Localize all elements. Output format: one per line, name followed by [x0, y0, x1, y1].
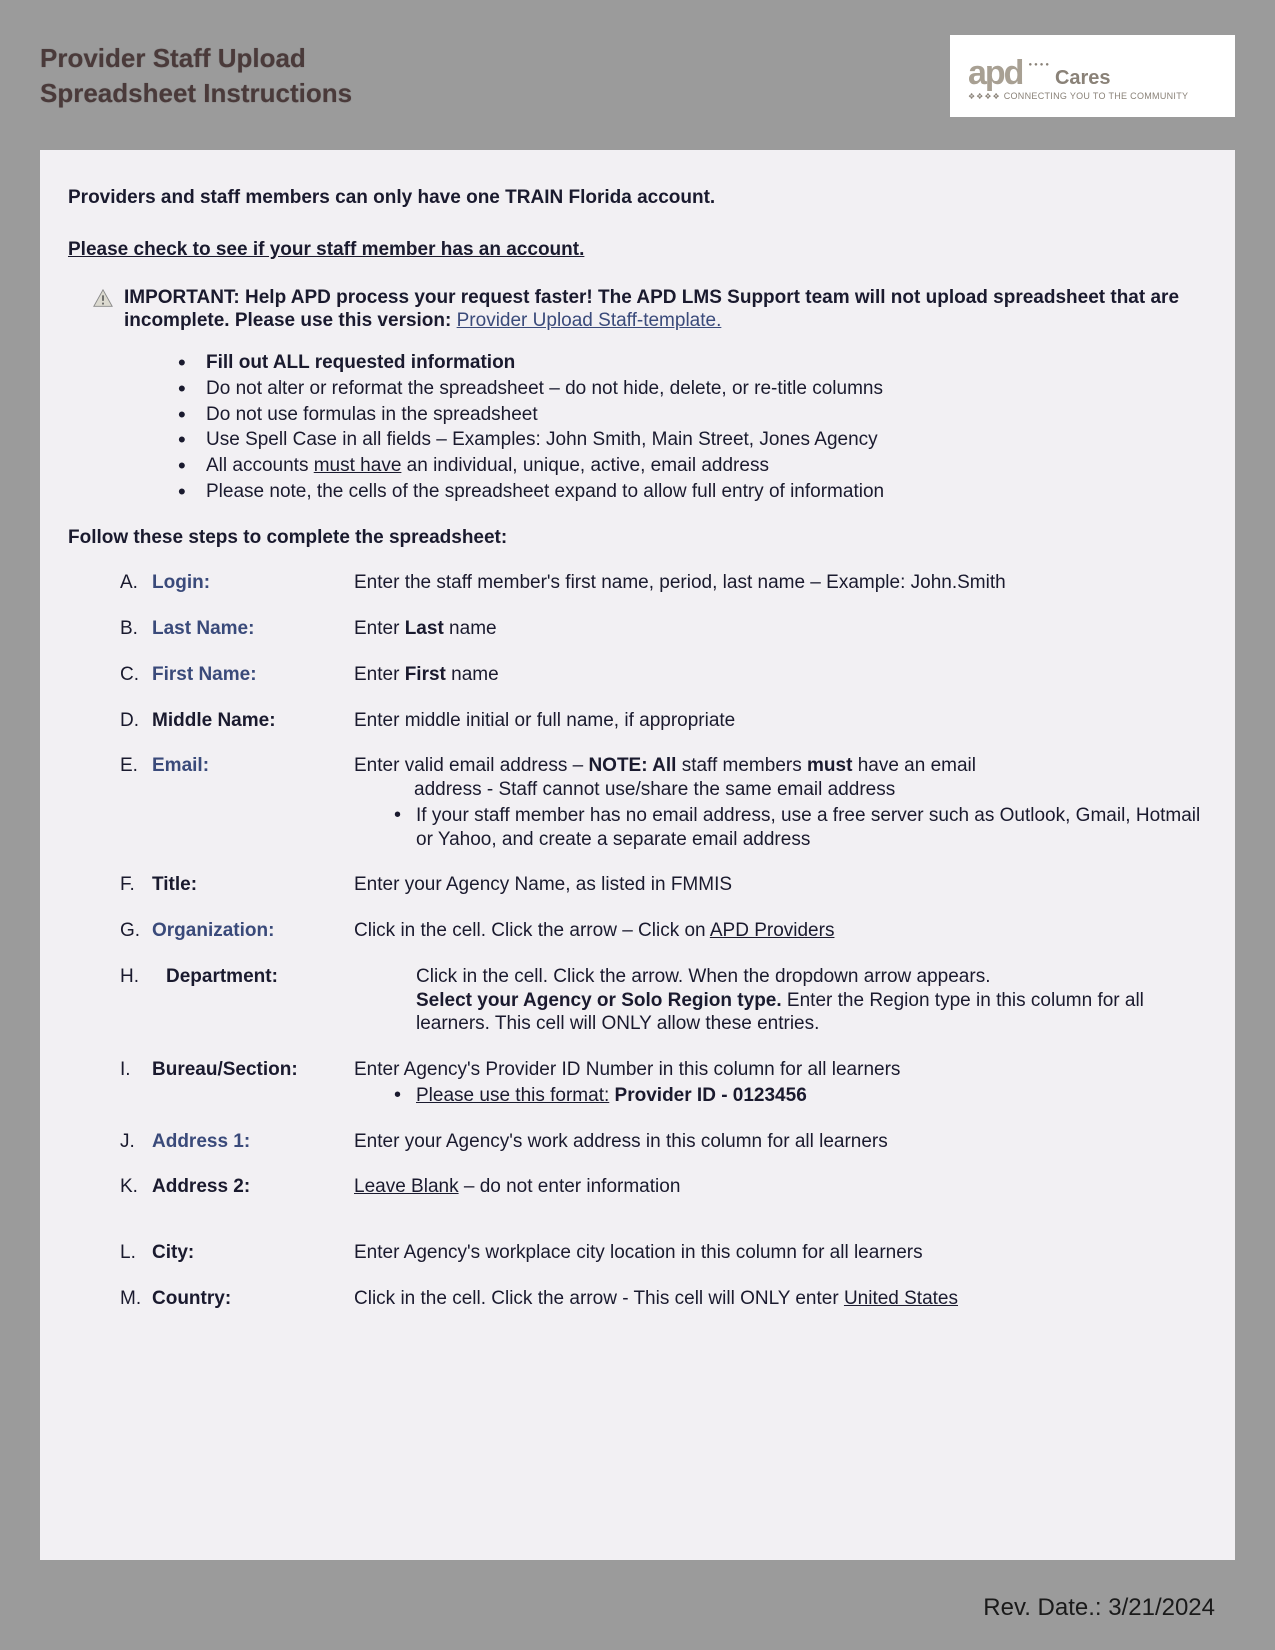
step-letter: G. [120, 919, 152, 943]
step-label: Email: [152, 754, 354, 851]
template-link[interactable]: Provider Upload Staff-template. [457, 310, 722, 331]
step-label: First Name: [152, 663, 354, 687]
rule-item: Use Spell Case in all fields – Examples:… [178, 428, 1207, 452]
step-b: B. Last Name: Enter Last name [120, 617, 1207, 641]
step-desc: Enter your Agency Name, as listed in FMM… [354, 873, 1207, 897]
step-letter: M. [120, 1287, 152, 1311]
rule-item: Do not alter or reformat the spreadsheet… [178, 377, 1207, 401]
step-f: F. Title: Enter your Agency Name, as lis… [120, 873, 1207, 897]
step-letter: F. [120, 873, 152, 897]
step-m: M. Country: Click in the cell. Click the… [120, 1287, 1207, 1311]
step-label: Country: [152, 1287, 354, 1311]
step-k: K. Address 2: Leave Blank – do not enter… [120, 1175, 1207, 1199]
rule-item: All accounts must have an individual, un… [178, 454, 1207, 478]
step-desc: Enter Agency's workplace city location i… [354, 1241, 1207, 1265]
step-l: L. City: Enter Agency's workplace city l… [120, 1241, 1207, 1265]
step-label: Address 1: [152, 1130, 354, 1154]
step-label: Bureau/Section: [152, 1058, 354, 1108]
important-notice: IMPORTANT: Help APD process your request… [68, 286, 1207, 334]
follow-heading: Follow these steps to complete the sprea… [68, 526, 1207, 550]
important-text: IMPORTANT: Help APD process your request… [124, 286, 1207, 334]
logo-sub: Cares [1055, 67, 1111, 90]
step-label: Department: [152, 965, 354, 1036]
step-desc: Enter First name [354, 663, 1207, 687]
step-e-bullet: If your staff member has no email addres… [394, 804, 1207, 852]
step-desc: Click in the cell. Click the arrow. When… [354, 965, 1207, 1036]
step-label: Middle Name: [152, 709, 354, 733]
step-h: H. Department: Click in the cell. Click … [120, 965, 1207, 1036]
step-g: G. Organization: Click in the cell. Clic… [120, 919, 1207, 943]
step-desc: Enter middle initial or full name, if ap… [354, 709, 1207, 733]
step-letter: C. [120, 663, 152, 687]
step-desc: Enter your Agency's work address in this… [354, 1130, 1207, 1154]
logo-brand: apd [968, 54, 1022, 93]
step-d: D. Middle Name: Enter middle initial or … [120, 709, 1207, 733]
step-label: Login: [152, 571, 354, 595]
check-account-link[interactable]: Please check to see if your staff member… [68, 238, 584, 262]
step-j: J. Address 1: Enter your Agency's work a… [120, 1130, 1207, 1154]
step-e: E. Email: Enter valid email address – NO… [120, 754, 1207, 851]
step-desc: Enter Agency's Provider ID Number in thi… [354, 1058, 1207, 1108]
step-letter: D. [120, 709, 152, 733]
warning-icon [92, 288, 114, 310]
step-label: Title: [152, 873, 354, 897]
step-letter: K. [120, 1175, 152, 1199]
page-body: Providers and staff members can only hav… [40, 150, 1235, 1560]
step-letter: L. [120, 1241, 152, 1265]
logo-dots-icon: ●●●● [1028, 62, 1051, 68]
step-label: City: [152, 1241, 354, 1265]
step-desc: Enter valid email address – NOTE: All st… [354, 754, 1207, 851]
step-label: Organization: [152, 919, 354, 943]
revision-date: Rev. Date.: 3/21/2024 [983, 1594, 1215, 1622]
rule-item: Do not use formulas in the spreadsheet [178, 403, 1207, 427]
step-letter: A. [120, 571, 152, 595]
step-desc: Click in the cell. Click the arrow – Cli… [354, 919, 1207, 943]
logo-tagline: ❖❖❖❖CONNECTING YOU TO THE COMMUNITY [968, 91, 1217, 101]
step-desc: Enter Last name [354, 617, 1207, 641]
step-desc: Click in the cell. Click the arrow - Thi… [354, 1287, 1207, 1311]
step-label: Address 2: [152, 1175, 354, 1199]
intro-text: Providers and staff members can only hav… [68, 186, 1207, 210]
logo: apd ●●●● Cares ❖❖❖❖CONNECTING YOU TO THE… [950, 35, 1235, 117]
steps-list: A. Login: Enter the staff member's first… [68, 571, 1207, 1310]
step-letter: J. [120, 1130, 152, 1154]
step-letter: E. [120, 754, 152, 851]
step-i: I. Bureau/Section: Enter Agency's Provid… [120, 1058, 1207, 1108]
step-a: A. Login: Enter the staff member's first… [120, 571, 1207, 595]
step-letter: H. [120, 965, 152, 1036]
step-i-bullet: Please use this format: Provider ID - 01… [394, 1084, 1207, 1108]
step-letter: B. [120, 617, 152, 641]
document-title: Provider Staff Upload Spreadsheet Instru… [40, 41, 352, 111]
step-letter: I. [120, 1058, 152, 1108]
title-line-1: Provider Staff Upload [40, 41, 352, 76]
step-c: C. First Name: Enter First name [120, 663, 1207, 687]
logo-main: apd ●●●● Cares [968, 54, 1217, 93]
rules-list: Fill out ALL requested information Do no… [68, 351, 1207, 504]
rule-item: Fill out ALL requested information [178, 351, 1207, 375]
step-label: Last Name: [152, 617, 354, 641]
step-desc: Leave Blank – do not enter information [354, 1175, 1207, 1199]
title-line-2: Spreadsheet Instructions [40, 76, 352, 111]
step-desc: Enter the staff member's first name, per… [354, 571, 1207, 595]
header-bar: Provider Staff Upload Spreadsheet Instru… [40, 26, 1235, 126]
rule-item: Please note, the cells of the spreadshee… [178, 480, 1207, 504]
